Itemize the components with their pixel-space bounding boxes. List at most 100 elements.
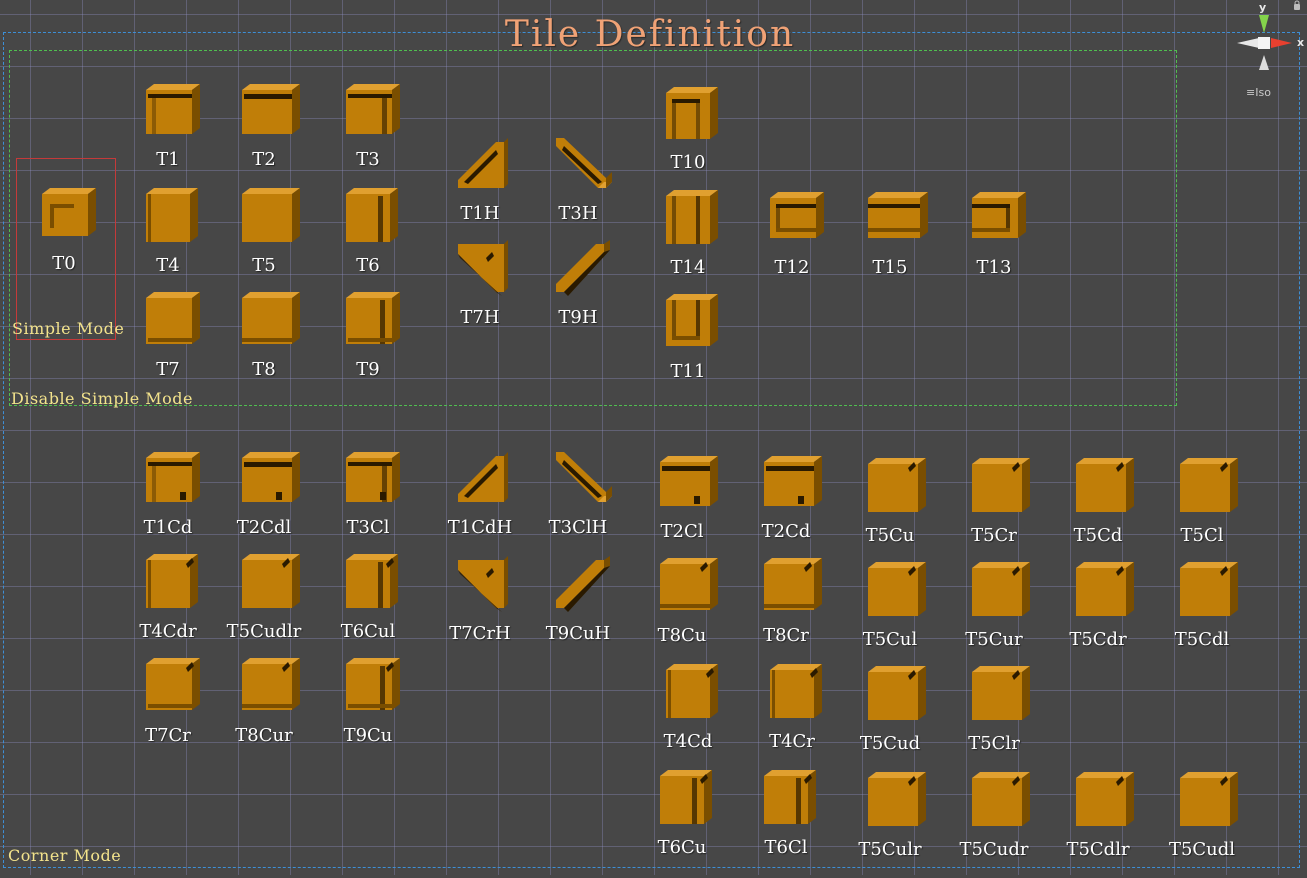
tile-edge-right-icon — [346, 188, 398, 242]
tile-edge-bottom-notch-icon — [660, 558, 718, 610]
tile-t5cdlr[interactable]: T5Cdlr — [1048, 770, 1148, 878]
tile-label: T3H — [558, 203, 598, 224]
tile-t2cl[interactable]: T2Cl — [632, 452, 732, 560]
tile-label: T5Cul — [862, 629, 918, 650]
tile-t5cul[interactable]: T5Cul — [840, 560, 940, 668]
tile-corner-br-icon — [346, 292, 400, 344]
tile-t2cd[interactable]: T2Cd — [736, 452, 836, 560]
tile-diag-br-icon — [556, 240, 610, 296]
tile-t7cr[interactable]: T7Cr — [118, 656, 218, 764]
tile-t2cdl[interactable]: T2Cdl — [214, 448, 314, 556]
tile-t3h[interactable]: T3H — [528, 136, 628, 244]
tile-label: T6Cu — [657, 837, 707, 858]
tile-t4cdr[interactable]: T4Cdr — [118, 552, 218, 660]
tile-t1h[interactable]: T1H — [430, 136, 530, 244]
tile-t4[interactable]: T4 — [118, 186, 218, 294]
tile-corner-bl-notch-icon — [146, 658, 200, 710]
tile-t6cul[interactable]: T6Cul — [318, 552, 418, 660]
tile-t8cu[interactable]: T8Cu — [632, 556, 732, 664]
tile-t7crh[interactable]: T7CrH — [430, 556, 530, 664]
tile-t9h[interactable]: T9H — [528, 240, 628, 348]
tile-edge-top-icon — [242, 84, 300, 134]
tile-edge-bottom-notch-icon — [764, 558, 822, 610]
tile-t3[interactable]: T3 — [318, 80, 418, 188]
tile-t9cuh[interactable]: T9CuH — [528, 556, 628, 664]
tile-t1cd[interactable]: T1Cd — [118, 448, 218, 556]
tile-full-notch-icon — [242, 554, 300, 608]
tile-t8cr[interactable]: T8Cr — [736, 556, 836, 664]
tile-t9[interactable]: T9 — [318, 290, 418, 398]
tile-label: T8Cr — [763, 625, 809, 646]
tile-t2[interactable]: T2 — [214, 80, 314, 188]
tile-label: T6Cul — [340, 621, 396, 642]
tile-t5cl[interactable]: T5Cl — [1152, 456, 1252, 564]
tile-cap-left-icon — [770, 192, 824, 238]
tile-diag-tl-icon — [458, 452, 508, 502]
tile-t5cdl[interactable]: T5Cdl — [1152, 560, 1252, 668]
tile-cap-top-icon — [666, 87, 718, 139]
tile-label: T5Cd — [1073, 525, 1123, 546]
tile-label: T5Cudl — [1168, 839, 1236, 860]
tile-t15[interactable]: T15 — [840, 188, 940, 296]
tile-edge-top-notch-icon — [764, 456, 822, 506]
tile-label: T2Cdl — [236, 517, 292, 538]
tile-t5cdr[interactable]: T5Cdr — [1048, 560, 1148, 668]
tile-t1cdh[interactable]: T1CdH — [430, 450, 530, 558]
tile-diag-br-icon — [556, 556, 610, 612]
tile-t5cud[interactable]: T5Cud — [840, 664, 940, 772]
tile-label: T6 — [356, 255, 380, 276]
tile-label: T5Cu — [865, 525, 915, 546]
tile-t7[interactable]: T7 — [118, 290, 218, 398]
tile-t4cr[interactable]: T4Cr — [742, 662, 842, 770]
projection-toggle[interactable]: ≡Iso — [1246, 86, 1271, 100]
tile-diag-tr-icon — [556, 452, 612, 502]
tile-cap-right-icon — [972, 192, 1026, 238]
tile-t5cur[interactable]: T5Cur — [944, 560, 1044, 668]
tile-full-notch-icon — [972, 666, 1030, 720]
tile-t0[interactable]: T0 — [14, 184, 114, 292]
tile-frame-small-icon — [42, 188, 96, 236]
tile-t5cr[interactable]: T5Cr — [944, 456, 1044, 564]
tile-full-notch-icon — [1180, 772, 1238, 826]
tile-t14[interactable]: T14 — [638, 188, 738, 296]
tile-t5cu[interactable]: T5Cu — [840, 456, 940, 564]
tile-t5cd[interactable]: T5Cd — [1048, 456, 1148, 564]
tile-t6[interactable]: T6 — [318, 186, 418, 294]
tile-t4cd[interactable]: T4Cd — [638, 662, 738, 770]
tile-full-notch-icon — [1076, 458, 1134, 512]
tile-t5culr[interactable]: T5Culr — [840, 770, 940, 878]
tile-t8[interactable]: T8 — [214, 290, 314, 398]
tile-t12[interactable]: T12 — [742, 188, 842, 296]
tile-t5[interactable]: T5 — [214, 186, 314, 294]
tile-full-notch-icon — [1180, 458, 1238, 512]
tile-t5clr[interactable]: T5Clr — [944, 664, 1044, 772]
tile-t7h[interactable]: T7H — [430, 240, 530, 348]
simple-mode-label: Simple Mode — [12, 319, 125, 338]
tile-t6cu[interactable]: T6Cu — [632, 768, 732, 876]
tile-label: T2 — [252, 149, 276, 170]
tile-edge-left-icon — [146, 188, 198, 242]
tile-label: T3 — [356, 149, 380, 170]
tile-label: T8 — [252, 359, 276, 380]
tile-t5cudlr[interactable]: T5Cudlr — [214, 552, 314, 660]
tile-full-notch-icon — [1076, 772, 1134, 826]
tile-t5cudr[interactable]: T5Cudr — [944, 770, 1044, 878]
tile-t5cudl[interactable]: T5Cudl — [1152, 770, 1252, 878]
tile-t6cl[interactable]: T6Cl — [736, 768, 836, 876]
tile-edge-left-notch-icon — [770, 664, 822, 718]
tile-full-notch-icon — [868, 458, 926, 512]
tile-t9cu[interactable]: T9Cu — [318, 656, 418, 764]
tile-t3cl[interactable]: T3Cl — [318, 448, 418, 556]
tile-t8cur[interactable]: T8Cur — [214, 656, 314, 764]
tile-t10[interactable]: T10 — [638, 83, 738, 191]
tile-edge-top-notch-icon — [242, 452, 300, 502]
tile-label: T5Culr — [858, 839, 922, 860]
tile-label: T5Cudlr — [226, 621, 302, 642]
tile-t13[interactable]: T13 — [944, 188, 1044, 296]
x-axis-label: x — [1297, 36, 1305, 49]
tile-full-notch-icon — [972, 562, 1030, 616]
tile-t11[interactable]: T11 — [638, 292, 738, 400]
tile-t1[interactable]: T1 — [118, 80, 218, 188]
tile-t3clh[interactable]: T3ClH — [528, 450, 628, 558]
tile-label: T9CuH — [545, 623, 611, 644]
